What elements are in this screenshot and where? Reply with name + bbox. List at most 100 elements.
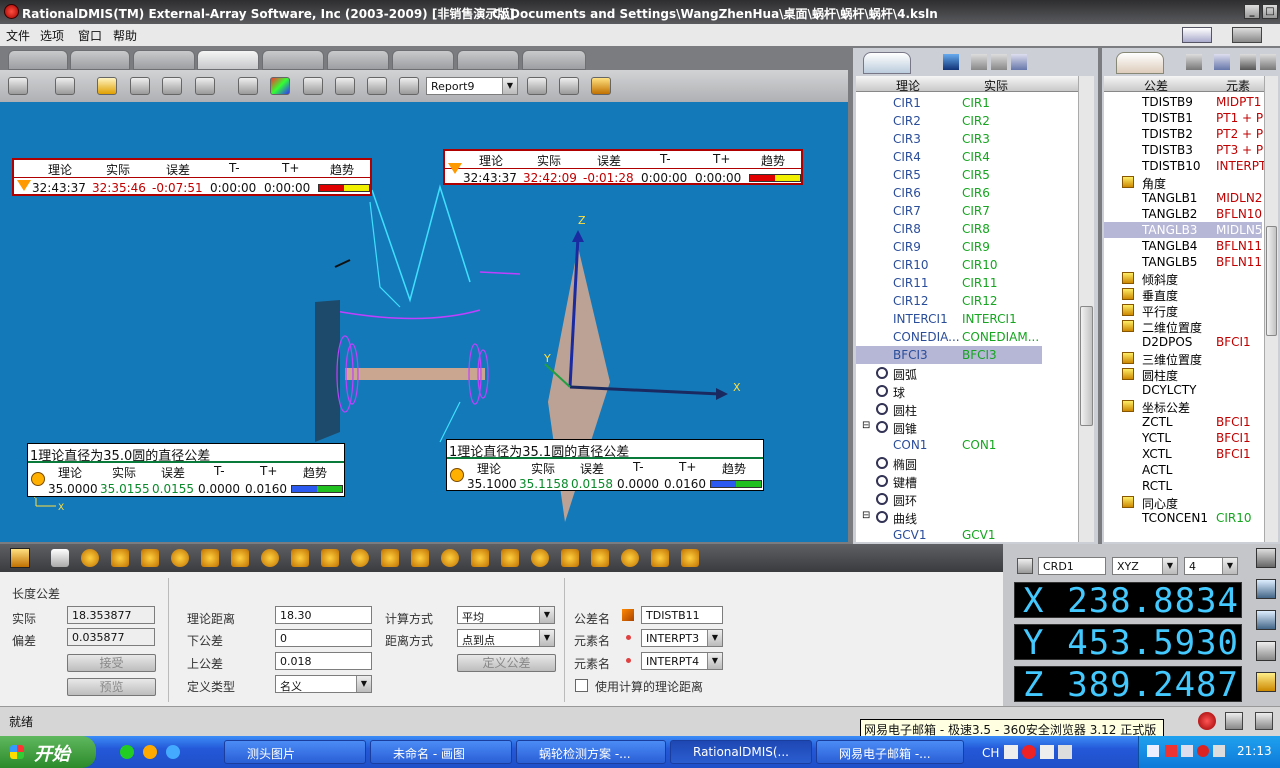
print-icon[interactable] xyxy=(559,77,579,95)
distance-icon[interactable] xyxy=(51,549,69,567)
ime-icon-1[interactable] xyxy=(1004,745,1018,759)
surface-profile-icon[interactable] xyxy=(621,549,639,567)
tab-report[interactable] xyxy=(522,50,586,70)
expand-icon[interactable]: ⊟ xyxy=(862,420,870,431)
tree-icon[interactable] xyxy=(1186,54,1202,70)
help-icon[interactable] xyxy=(1058,745,1072,759)
calc-method-select[interactable]: 平均 ▼ xyxy=(457,606,555,624)
accept-button[interactable]: 接受 xyxy=(67,654,156,672)
list-icon[interactable] xyxy=(991,54,1007,70)
feature-group[interactable]: 圆柱 xyxy=(856,400,1076,418)
minimize-icon[interactable]: _ xyxy=(1244,4,1260,19)
report-settings-icon[interactable] xyxy=(399,77,419,95)
tolerance-row[interactable]: TANGLB4 BFLN11 - xyxy=(1104,238,1270,254)
eye-icon[interactable] xyxy=(238,77,258,95)
feature-row[interactable]: CIR12 CIR12 xyxy=(856,292,1042,310)
tolerance-group[interactable]: 二维位置度 xyxy=(1104,318,1262,335)
palette-icon[interactable] xyxy=(270,77,290,95)
lower-tolerance-input[interactable]: 0 xyxy=(275,629,372,647)
cone-angle-icon[interactable] xyxy=(411,549,429,567)
image-icon[interactable] xyxy=(162,77,182,95)
tab-probe[interactable] xyxy=(8,50,68,70)
maximize-icon[interactable]: □ xyxy=(1262,4,1278,19)
axis-icon[interactable] xyxy=(195,77,215,95)
feature-row[interactable]: CIR6 CIR6 xyxy=(856,184,1042,202)
circularity-icon[interactable] xyxy=(381,549,399,567)
curve-profile-icon[interactable] xyxy=(591,549,609,567)
tolerance-row[interactable]: TDISTB10 INTERPT xyxy=(1104,158,1266,174)
feature-row[interactable]: CIR3 CIR3 xyxy=(856,130,1042,148)
tolerance-row[interactable]: TDISTB2 PT2 + PL xyxy=(1104,126,1270,142)
scroll-thumb[interactable] xyxy=(1266,226,1277,336)
feature-row[interactable]: INTERCI1 INTERCI1 xyxy=(856,310,1042,328)
feature-group[interactable]: 圆环 xyxy=(856,490,1076,508)
logo-badge-icon[interactable] xyxy=(10,548,30,568)
tolerance-row[interactable]: D2DPOS BFCI1 xyxy=(1104,334,1262,350)
graphics-viewport[interactable]: Z X Y X Y 理论 实际 误差 T- T+ 趋势 32:43:37 32:… xyxy=(0,102,848,542)
zoom-icon[interactable] xyxy=(1256,610,1276,630)
ime-icon-3[interactable] xyxy=(1040,745,1054,759)
quicklaunch-icon-3[interactable] xyxy=(166,745,180,759)
concentricity-icon[interactable] xyxy=(291,549,309,567)
tab-mouse[interactable] xyxy=(327,50,389,70)
tolerance-group[interactable]: 垂直度 xyxy=(1104,286,1262,303)
distance-method-select[interactable]: 点到点 ▼ xyxy=(457,629,555,647)
feature-scrollbar[interactable] xyxy=(1078,76,1094,542)
tolerance-name-input[interactable]: TDISTB11 xyxy=(641,606,723,624)
feature-row[interactable]: GCV1 GCV1 xyxy=(856,526,1042,542)
feature-row[interactable]: CIR10 CIR10 xyxy=(856,256,1042,274)
tolerance-group[interactable]: 平行度 xyxy=(1104,302,1262,319)
filter-icon[interactable] xyxy=(971,54,987,70)
total-runout-icon[interactable] xyxy=(561,549,579,567)
feature-row[interactable]: CIR4 CIR4 xyxy=(856,148,1042,166)
tolerance-group[interactable]: 角度 xyxy=(1104,174,1262,191)
tolerance-row[interactable]: YCTL BFCI1 xyxy=(1104,430,1262,446)
grid-icon[interactable] xyxy=(1011,54,1027,70)
scroll-thumb[interactable] xyxy=(1080,306,1093,426)
feature-row[interactable]: CIR1 CIR1 xyxy=(856,94,1042,112)
symmetry-icon[interactable] xyxy=(531,549,549,567)
tolerance-row[interactable]: TANGLB5 BFLN11 - xyxy=(1104,254,1270,270)
preview-button[interactable]: 预览 xyxy=(67,678,156,696)
camera-icon[interactable] xyxy=(1240,54,1256,70)
stop-icon[interactable] xyxy=(1198,712,1216,730)
report-select[interactable]: Report9 ▼ xyxy=(426,77,518,95)
digits-select[interactable]: 4 ▼ xyxy=(1184,557,1238,575)
tolerance-row[interactable]: TDISTB9 MIDPT1 - xyxy=(1104,94,1269,110)
feature-group[interactable]: 键槽 xyxy=(856,472,1076,490)
tab-color[interactable] xyxy=(262,50,324,70)
tolerance-row[interactable]: TDISTB1 PT1 + PL xyxy=(1104,110,1270,126)
feature-row[interactable]: CONEDIA... CONEDIAM... xyxy=(856,328,1042,346)
feature-group[interactable]: ⊟ 曲线 xyxy=(856,508,1076,526)
task-paint[interactable]: 未命名 - 画图 xyxy=(370,740,512,764)
element2-select[interactable]: INTERPT4 ▼ xyxy=(641,652,723,670)
menu-options[interactable]: 选项 xyxy=(40,27,64,44)
tab-check[interactable] xyxy=(392,50,454,70)
parallelism-icon[interactable] xyxy=(171,549,189,567)
task-document[interactable]: 蜗轮检测方案 -... xyxy=(516,740,666,764)
task-rationaldmis[interactable]: RationalDMIS(... xyxy=(670,740,812,764)
lock-icon[interactable] xyxy=(1017,558,1033,574)
report-box-angle-1[interactable]: 理论 实际 误差 T- T+ 趋势 32:43:37 32:35:46 -0:0… xyxy=(12,158,372,196)
width-icon[interactable] xyxy=(651,549,669,567)
flatness-icon[interactable] xyxy=(351,549,369,567)
plane-select[interactable]: XYZ ▼ xyxy=(1112,557,1178,575)
profile-icon[interactable] xyxy=(501,549,519,567)
feature-group[interactable]: 球 xyxy=(856,382,1076,400)
feature-tab-icon[interactable] xyxy=(863,52,911,74)
tab-view[interactable] xyxy=(457,50,519,70)
start-button[interactable]: 开始 xyxy=(0,736,96,768)
perpendicularity-icon[interactable] xyxy=(141,549,159,567)
trash-icon[interactable] xyxy=(303,77,323,95)
tolerance-row[interactable]: RCTL xyxy=(1104,478,1262,494)
define-tolerance-button[interactable]: 定义公差 xyxy=(457,654,556,672)
probe-side-icon[interactable] xyxy=(1256,548,1276,568)
machine-icon[interactable] xyxy=(1232,27,1262,43)
define-type-select[interactable]: 名义 ▼ xyxy=(275,675,372,693)
export-icon[interactable] xyxy=(335,77,355,95)
ime-close-icon[interactable] xyxy=(1022,745,1036,759)
use-calc-checkbox[interactable] xyxy=(575,679,588,692)
feature-row[interactable]: CIR2 CIR2 xyxy=(856,112,1042,130)
tolerance-row[interactable]: TDISTB3 PT3 + PL xyxy=(1104,142,1270,158)
cube-icon[interactable] xyxy=(943,54,959,70)
